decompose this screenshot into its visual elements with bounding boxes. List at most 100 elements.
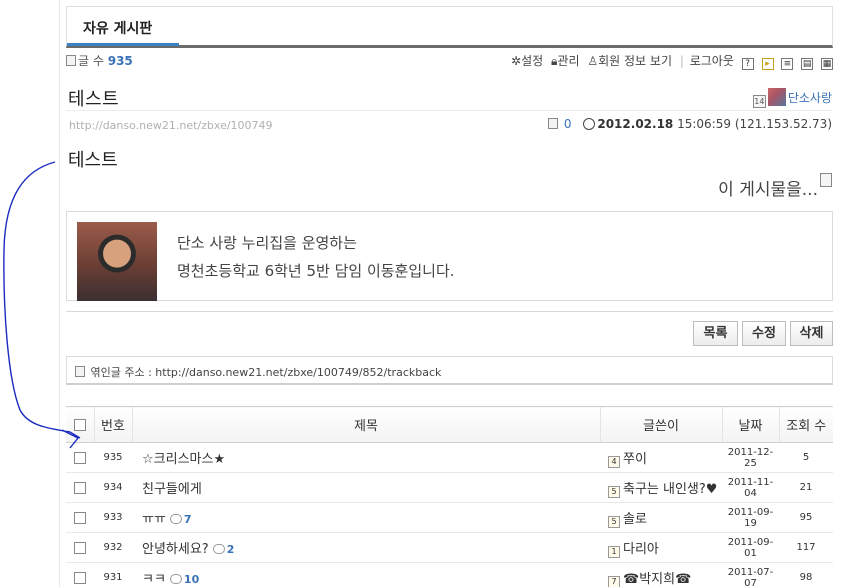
row-checkbox[interactable] [74, 452, 86, 464]
profile-photo [77, 222, 157, 301]
row-select [66, 442, 94, 473]
header-number[interactable]: 번호 [93, 406, 132, 443]
row-views: 117 [779, 532, 833, 563]
row-select [66, 502, 94, 533]
manage-link[interactable]: 관리 [557, 54, 579, 68]
comment-count[interactable]: 2 [227, 543, 235, 556]
clock-icon [583, 118, 596, 130]
trackback-icon [75, 366, 85, 377]
header-title[interactable]: 제목 [131, 406, 600, 443]
post-date: 2012.02.18 [597, 117, 674, 131]
header-author[interactable]: 글쓴이 [599, 406, 722, 443]
select-all-header [66, 406, 94, 443]
edit-button[interactable]: 수정 [742, 321, 786, 346]
list-view-icon[interactable]: ≡ [781, 58, 794, 70]
post-stats: 0 2012.02.18 15:06:59 (121.153.52.73) [548, 117, 832, 131]
post-list-table: 번호 제목 글쓴이 날짜 조회 수 935 ☆크리스마스★ 4 쭈이 2011-12-2… [66, 406, 833, 587]
row-title-link[interactable]: ㅠㅠ [142, 512, 166, 527]
table-row[interactable]: 934 친구들에게 5 축구는 내인생?♥ 2011-11-04 21 [66, 472, 833, 503]
comment-doc-icon [548, 118, 559, 129]
comment-icon [169, 514, 182, 524]
list-button[interactable]: 목록 [693, 321, 738, 346]
level-icon: 7 [608, 575, 620, 587]
post-time: 15:06:59 [677, 117, 732, 131]
print-icon[interactable] [820, 173, 832, 187]
header-date[interactable]: 날짜 [721, 406, 779, 443]
table-row[interactable]: 935 ☆크리스마스★ 4 쭈이 2011-12-25 5 [66, 442, 833, 473]
post-author[interactable]: 14 단소사랑 [752, 88, 832, 108]
post-body-line1: 테스트 [68, 150, 118, 171]
row-checkbox[interactable] [74, 482, 86, 494]
row-title-link[interactable]: ☆크리스마스★ [142, 452, 225, 467]
avatar [767, 88, 786, 106]
row-date: 2011-09-19 [722, 502, 779, 533]
comment-count[interactable]: 10 [184, 573, 199, 586]
row-author[interactable]: 쭈이 [623, 452, 647, 467]
row-title-link[interactable]: ㅋㅋ [142, 572, 166, 587]
comment-icon [212, 544, 225, 554]
logout-link[interactable]: 로그아웃 [690, 54, 734, 68]
divider [66, 311, 833, 312]
settings-link[interactable]: 설정 [521, 54, 543, 68]
row-number: 934 [94, 472, 132, 503]
row-select [66, 532, 94, 563]
row-author[interactable]: 다리아 [623, 542, 659, 557]
gear-icon: ✲ [511, 54, 522, 68]
table-row[interactable]: 931 ㅋㅋ 10 7 ☎박지희☎ 2011-07-07 98 [66, 562, 833, 587]
row-views: 98 [779, 562, 833, 587]
row-date: 2011-11-04 [722, 472, 779, 503]
row-title-cell: ㅋㅋ 10 [132, 562, 600, 587]
row-select [66, 472, 94, 503]
author-name[interactable]: 단소사랑 [788, 91, 832, 105]
row-views: 95 [779, 502, 833, 533]
meta-bar: 글 수 935 ✲설정 🔒︎관리 ♙회원 정보 보기 | 로그아웃 ? ▸ ≡ … [66, 52, 833, 70]
comment-count[interactable]: 7 [184, 513, 192, 526]
level-icon: 5 [608, 515, 620, 528]
gallery-view-icon[interactable]: ▦ [821, 58, 833, 70]
user-icon: ♙ [587, 54, 599, 68]
select-all-checkbox[interactable] [73, 418, 86, 431]
row-author-cell: 7 ☎박지희☎ [600, 562, 722, 587]
row-author-cell: 5 솔로 [600, 502, 722, 533]
trackback-url[interactable]: http://danso.new21.net/zbxe/100749/852/t… [155, 366, 441, 379]
post-count-label: 글 수 [78, 54, 104, 68]
row-views: 5 [779, 442, 833, 473]
level-icon: 4 [608, 455, 620, 468]
row-date: 2011-07-07 [722, 562, 779, 587]
rss-icon[interactable]: ▸ [761, 58, 774, 70]
toolbar: ✲설정 🔒︎관리 ♙회원 정보 보기 | 로그아웃 ? ▸ ≡ ▤ ▦ [507, 52, 833, 70]
webzine-view-icon[interactable]: ▤ [801, 58, 814, 70]
row-author[interactable]: 축구는 내인생?♥ [623, 482, 717, 497]
row-title-link[interactable]: 친구들에게 [142, 482, 202, 497]
delete-button[interactable]: 삭제 [790, 321, 833, 346]
row-checkbox[interactable] [74, 542, 86, 554]
header-views[interactable]: 조회 수 [778, 406, 833, 443]
trackback-box: 엮인글 주소 : http://danso.new21.net/zbxe/100… [66, 356, 833, 385]
board-header: 자유 게시판 [66, 6, 833, 48]
help-icon[interactable]: ? [741, 58, 754, 70]
row-author-cell: 5 축구는 내인생?♥ [600, 472, 722, 503]
member-info-link[interactable]: 회원 정보 보기 [598, 54, 672, 68]
profile-text-line2: 명천초등학교 6학년 5반 담임 이동훈입니다. [177, 262, 455, 280]
row-checkbox[interactable] [74, 572, 86, 584]
table-row[interactable]: 932 안녕하세요? 2 1 다리아 2011-09-01 117 [66, 532, 833, 563]
row-checkbox[interactable] [74, 512, 86, 524]
table-row[interactable]: 933 ㅠㅠ 7 5 솔로 2011-09-19 95 [66, 502, 833, 533]
separator: | [679, 54, 684, 68]
row-author-cell: 4 쭈이 [600, 442, 722, 473]
document-icon [66, 55, 76, 66]
row-title-cell: ㅠㅠ 7 [132, 502, 600, 533]
post-count: 글 수 935 [66, 52, 133, 69]
post-permalink[interactable]: http://danso.new21.net/zbxe/100749 [69, 119, 273, 132]
row-views: 21 [779, 472, 833, 503]
row-author[interactable]: ☎박지희☎ [623, 572, 691, 587]
tab-free-board[interactable]: 자유 게시판 [67, 7, 179, 46]
row-date: 2011-09-01 [722, 532, 779, 563]
row-author[interactable]: 솔로 [623, 512, 647, 527]
post-ip: (121.153.52.73) [734, 117, 832, 131]
row-date: 2011-12-25 [722, 442, 779, 473]
row-number: 933 [94, 502, 132, 533]
author-profile: 단소 사랑 누리집을 운영하는 명천초등학교 6학년 5반 담임 이동훈입니다. [66, 211, 833, 301]
row-author-cell: 1 다리아 [600, 532, 722, 563]
row-title-link[interactable]: 안녕하세요? [142, 542, 209, 557]
